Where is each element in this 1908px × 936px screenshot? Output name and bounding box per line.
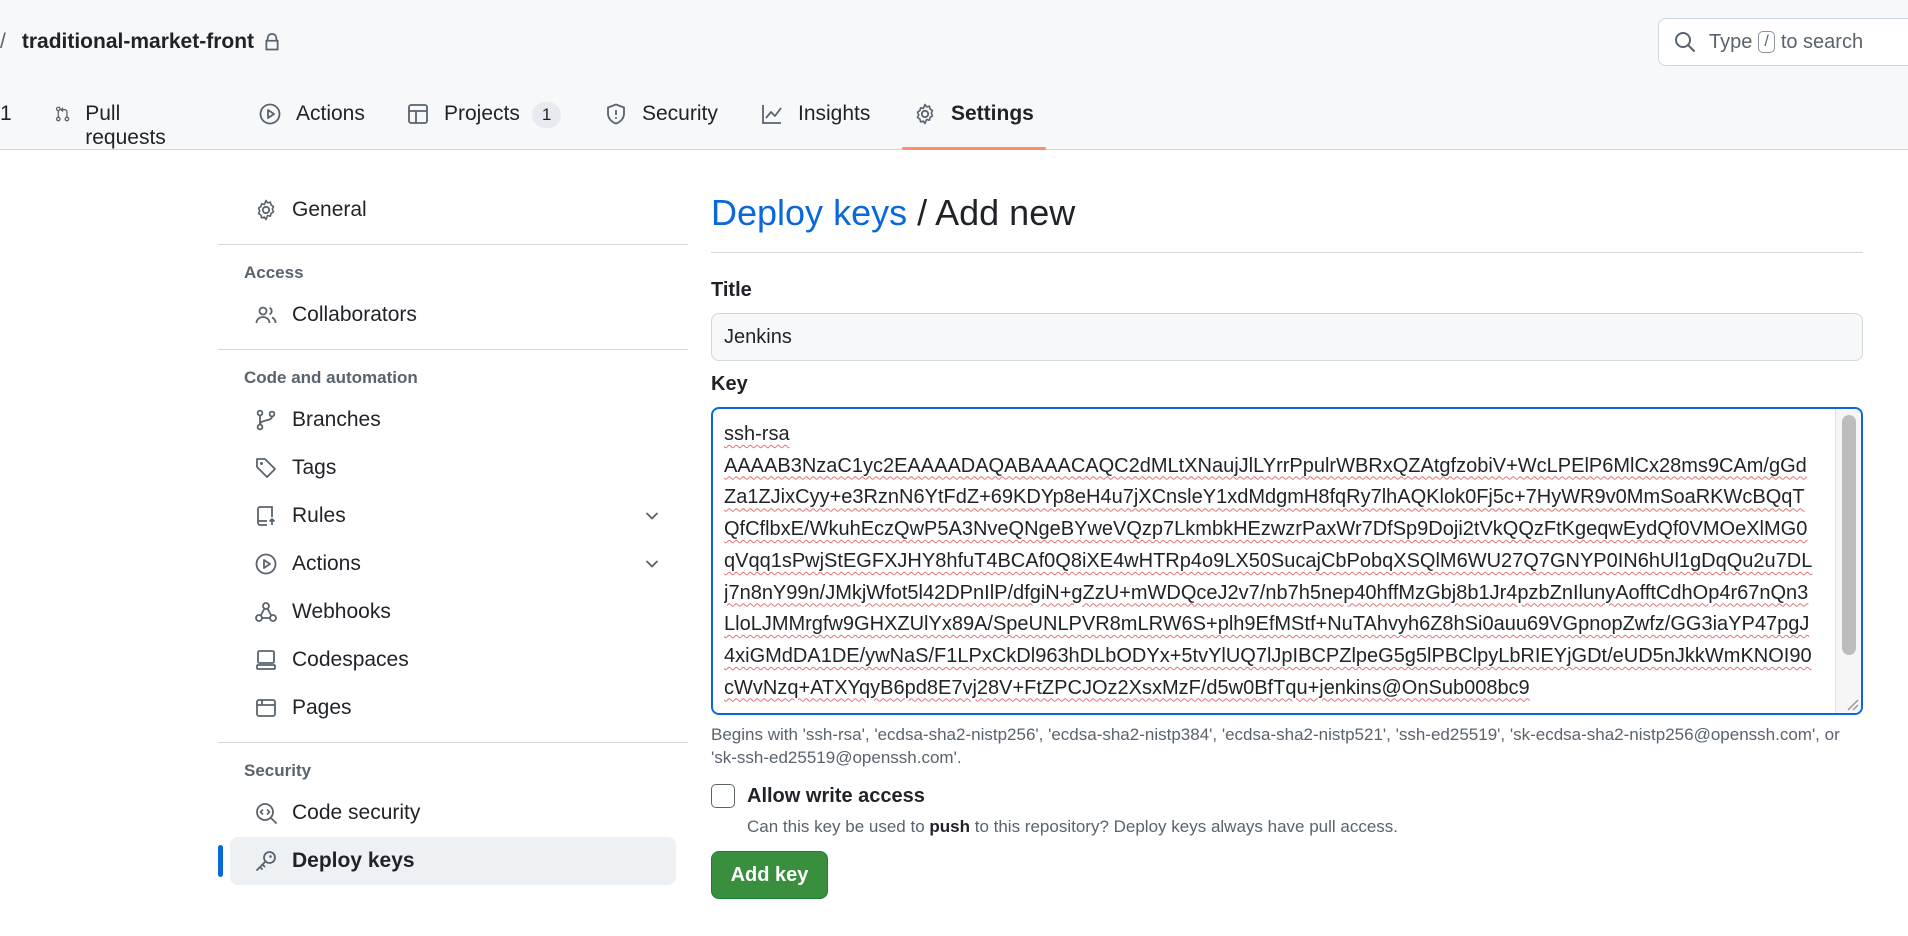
- tab-issues-count-label: 1: [0, 102, 12, 125]
- codespaces-icon: [256, 650, 276, 670]
- sidebar-item-label: Actions: [292, 552, 361, 575]
- search-shortcut-key: /: [1758, 31, 1775, 53]
- key-format-hint: Begins with 'ssh-rsa', 'ecdsa-sha2-nistp…: [711, 725, 1840, 767]
- webhook-icon: [255, 602, 277, 622]
- allow-write-label[interactable]: Allow write access: [747, 785, 925, 808]
- sidebar-item-collaborators[interactable]: Collaborators: [230, 291, 676, 339]
- sidebar-divider: [218, 244, 688, 245]
- deploy-keys-link[interactable]: Deploy keys: [711, 192, 907, 234]
- tab-settings[interactable]: Settings: [913, 90, 1034, 150]
- sidebar-heading-security: Security: [244, 761, 312, 780]
- shield-icon: [607, 103, 625, 125]
- tab-pull-requests[interactable]: Pull requests: [54, 90, 173, 150]
- tab-security[interactable]: Security: [604, 90, 718, 150]
- key-scrollbar-thumb[interactable]: [1842, 415, 1856, 655]
- sidebar-item-label: Webhooks: [292, 600, 391, 623]
- tab-issues-count[interactable]: 1: [0, 90, 12, 150]
- sidebar-item-label: Deploy keys: [292, 849, 415, 872]
- sidebar-item-label: Branches: [292, 408, 381, 431]
- allow-desc-bold: push: [929, 817, 970, 836]
- key-textarea-value: ssh-rsa AAAAB3NzaC1yc2EAAAADAQABAAACAQC2…: [724, 423, 1813, 699]
- sidebar-heading-code-automation: Code and automation: [244, 368, 418, 387]
- deploy-key-form: Deploy keys / Add new Title Jenkins Key …: [711, 186, 1863, 899]
- sidebar-item-label: Codespaces: [292, 648, 409, 671]
- sidebar-item-deploy-keys[interactable]: Deploy keys: [218, 837, 676, 885]
- sidebar-heading-access: Access: [244, 263, 304, 282]
- gear-icon: [257, 199, 275, 221]
- table-icon: [408, 104, 428, 124]
- tab-actions[interactable]: Actions: [258, 90, 365, 150]
- key-scrollbar[interactable]: [1835, 409, 1861, 713]
- add-key-button[interactable]: Add key: [711, 851, 828, 899]
- tab-settings-label: Settings: [951, 102, 1034, 125]
- resize-handle-icon[interactable]: [1843, 695, 1859, 711]
- allow-write-row: Allow write access: [711, 781, 1863, 811]
- allow-write-description: Can this key be used to push to this rep…: [747, 817, 1863, 837]
- sidebar-item-label: Collaborators: [292, 303, 417, 326]
- sidebar-divider: [218, 349, 688, 350]
- search-input[interactable]: Type / to search: [1658, 18, 1908, 66]
- tab-actions-label: Actions: [296, 102, 365, 125]
- sidebar-item-pages[interactable]: Pages: [230, 684, 676, 732]
- play-icon: [255, 553, 277, 575]
- breadcrumb-separator: /: [0, 30, 6, 53]
- sidebar-item-webhooks[interactable]: Webhooks: [230, 588, 676, 636]
- git-branch-icon: [256, 409, 276, 431]
- title-field-label: Title: [711, 279, 752, 301]
- sidebar-item-label: Pages: [292, 696, 352, 719]
- gear-icon: [916, 103, 934, 125]
- people-icon: [255, 306, 277, 324]
- repo-push-icon: [257, 506, 276, 526]
- key-textarea[interactable]: ssh-rsa AAAAB3NzaC1yc2EAAAADAQABAAACAQC2…: [711, 407, 1863, 715]
- browser-icon: [256, 699, 276, 717]
- tag-icon: [256, 458, 276, 478]
- tab-pull-requests-label: Pull requests: [85, 102, 166, 149]
- tab-projects[interactable]: Projects 1: [406, 90, 562, 150]
- key-icon: [256, 851, 276, 871]
- sidebar-item-general[interactable]: General: [230, 186, 676, 234]
- chevron-down-icon[interactable]: [642, 506, 662, 526]
- allow-desc-part1: Can this key be used to: [747, 817, 930, 836]
- tab-insights-label: Insights: [798, 102, 871, 125]
- sidebar-item-code-security[interactable]: Code security: [230, 789, 676, 837]
- search-prefix: Type: [1709, 30, 1753, 53]
- play-icon: [259, 103, 281, 125]
- settings-sidebar: General Access Collaborators Code and au…: [218, 186, 688, 885]
- search-suffix: to search: [1780, 30, 1864, 53]
- sidebar-item-tags[interactable]: Tags: [230, 444, 676, 492]
- active-tab-indicator: [902, 147, 1046, 150]
- sidebar-item-label: General: [292, 198, 367, 221]
- sidebar-item-label: Rules: [292, 504, 346, 527]
- sidebar-item-rules[interactable]: Rules: [230, 492, 676, 540]
- sidebar-item-actions[interactable]: Actions: [230, 540, 676, 588]
- tab-insights[interactable]: Insights: [760, 90, 870, 150]
- lock-icon: [265, 33, 279, 51]
- title-field[interactable]: Jenkins: [711, 313, 1863, 361]
- sidebar-item-label: Tags: [292, 456, 337, 479]
- projects-count-badge: 1: [531, 102, 562, 128]
- title-divider: [711, 252, 1863, 253]
- graph-icon: [762, 105, 782, 124]
- page-title: Deploy keys / Add new: [711, 186, 1863, 240]
- git-pull-request-icon: [55, 106, 70, 122]
- repo-header: / traditional-market-front Type / to sea…: [0, 0, 1908, 150]
- tab-projects-label: Projects: [444, 102, 520, 125]
- sidebar-divider: [218, 742, 688, 743]
- sidebar-item-label: Code security: [292, 801, 421, 824]
- search-icon: [1675, 32, 1695, 52]
- tab-security-label: Security: [642, 102, 718, 125]
- sidebar-item-codespaces[interactable]: Codespaces: [230, 636, 676, 684]
- sidebar-item-branches[interactable]: Branches: [230, 396, 676, 444]
- repo-breadcrumb: / traditional-market-front: [0, 26, 282, 58]
- page-title-rest: / Add new: [907, 192, 1076, 233]
- codescan-icon: [256, 803, 277, 824]
- repo-name-link[interactable]: traditional-market-front: [22, 30, 254, 54]
- title-field-value: Jenkins: [724, 325, 792, 348]
- chevron-down-icon[interactable]: [642, 554, 662, 574]
- key-field-label: Key: [711, 373, 748, 395]
- allow-write-checkbox[interactable]: [711, 784, 735, 808]
- allow-desc-part2: to this repository? Deploy keys always h…: [970, 817, 1399, 836]
